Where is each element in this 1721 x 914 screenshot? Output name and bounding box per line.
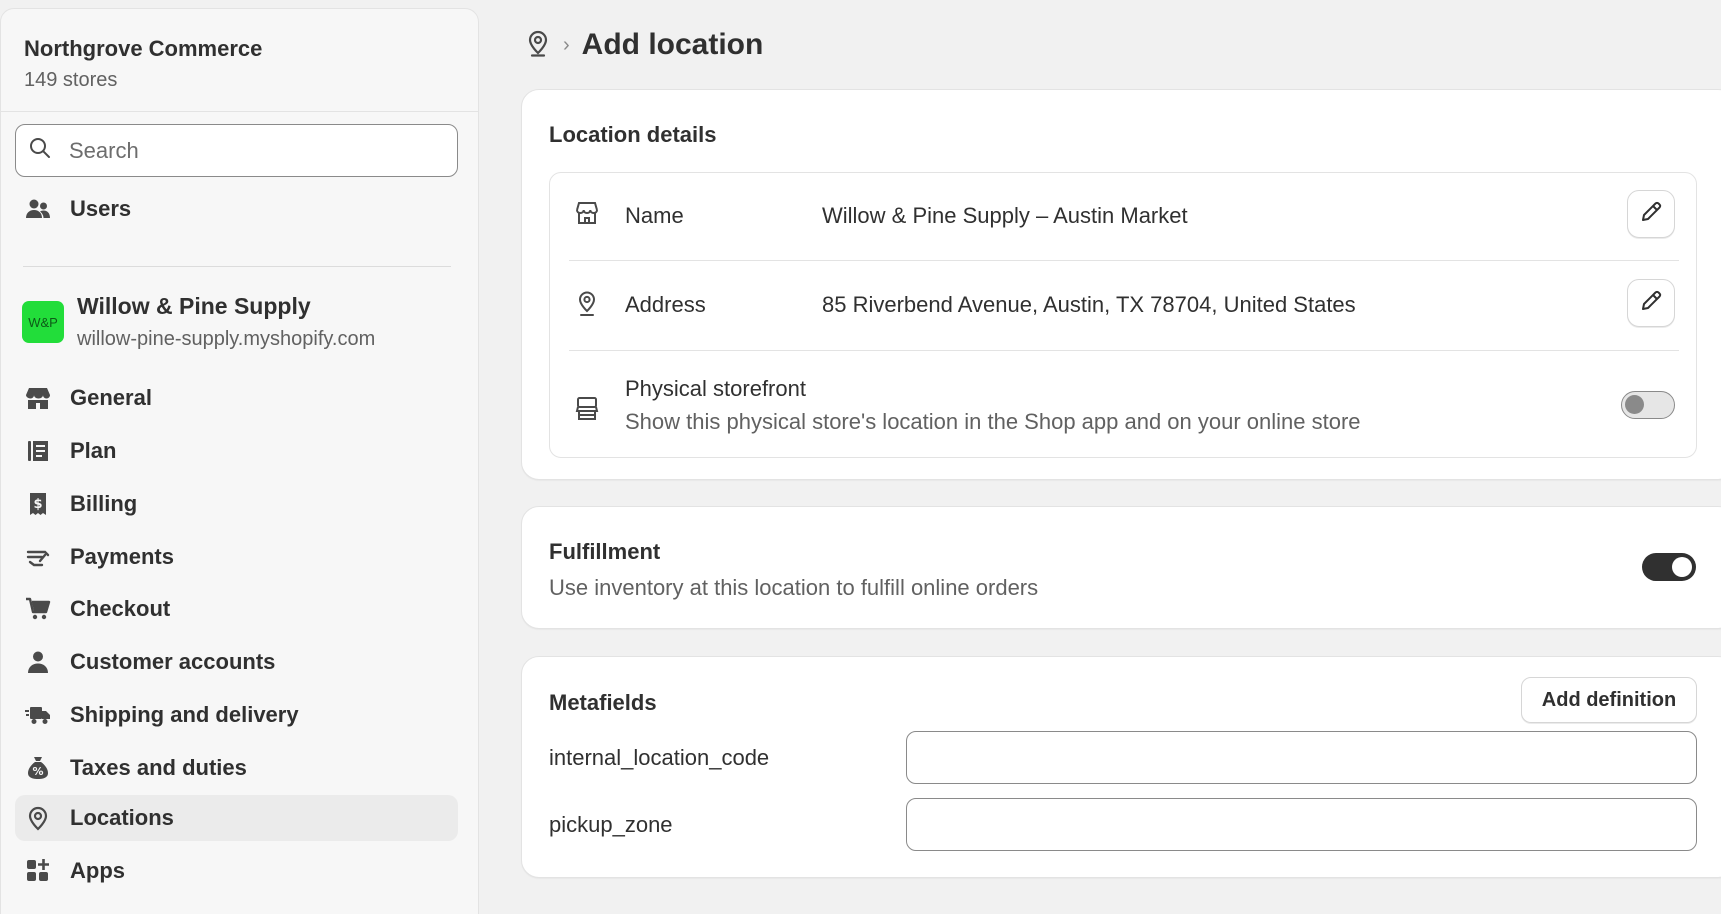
row-divider [569,350,1679,351]
apps-icon [24,857,52,885]
sidebar-item-general[interactable]: General [15,375,458,421]
name-value: Willow & Pine Supply – Austin Market [822,203,1188,228]
search-box[interactable] [15,124,458,177]
person-icon [24,648,52,676]
location-pin-icon[interactable] [526,29,550,62]
search-input[interactable] [69,137,429,164]
store-icon [24,384,52,412]
sidebar-item-payments[interactable]: Payments [15,534,458,580]
sidebar-item-billing[interactable]: $ Billing [15,481,458,527]
page-title: Add location [581,28,764,61]
storefront-icon [574,395,600,421]
store-avatar: W&P [22,301,64,343]
search-icon [28,136,52,165]
sidebar-item-label: Checkout [70,596,171,621]
fulfillment-toggle[interactable] [1642,553,1696,581]
pencil-icon [1640,201,1662,228]
organization-name: Northgrove Commerce [24,36,263,61]
store-icon [574,200,600,226]
sidebar-item-label: Apps [70,858,125,883]
address-label: Address [625,292,706,317]
sidebar-item-label: Shipping and delivery [70,702,299,727]
fulfillment-card: Fulfillment Use inventory at this locati… [521,506,1721,629]
sidebar-item-label: Locations [70,805,174,830]
fulfillment-description: Use inventory at this location to fulfil… [549,575,1039,600]
metafield-label: pickup_zone [549,812,673,837]
edit-name-button[interactable] [1627,190,1675,238]
truck-icon [24,701,52,729]
sidebar-divider [23,266,451,267]
users-icon [24,195,52,223]
sidebar-item-label: Billing [70,491,138,516]
pickup-zone-input[interactable] [906,798,1697,851]
card-title: Fulfillment [549,539,661,564]
sidebar-item-shipping[interactable]: Shipping and delivery [15,692,458,738]
store-url: willow-pine-supply.myshopify.com [77,328,376,350]
sidebar-item-label: Users [70,196,132,221]
sidebar-item-taxes[interactable]: % Taxes and duties [15,745,458,791]
storefront-toggle[interactable] [1621,391,1675,419]
svg-text:%: % [32,765,43,778]
billing-icon: $ [24,490,52,518]
sidebar-item-locations[interactable]: Locations [15,795,458,841]
store-switcher[interactable]: W&P Willow & Pine Supply willow-pine-sup… [22,293,375,351]
card-title: Metafields [549,690,657,715]
chevron-right-icon: › [563,33,570,56]
location-details-card: Location details Name Willow & Pine Supp… [521,89,1721,480]
money-bag-icon: % [24,754,52,782]
sidebar-item-label: Customer accounts [70,649,276,674]
organization-header[interactable]: Northgrove Commerce 149 stores [1,9,478,112]
store-count: 149 stores [24,69,118,91]
plan-icon [24,437,52,465]
address-value: 85 Riverbend Avenue, Austin, TX 78704, U… [822,292,1356,317]
svg-text:$: $ [33,497,42,512]
pencil-icon [1640,290,1662,317]
sidebar-item-users[interactable]: Users [15,186,458,232]
location-pin-icon [574,290,600,316]
row-divider [569,260,1679,261]
metafield-label: internal_location_code [549,745,770,770]
location-pin-icon [24,804,52,832]
location-details-list: Name Willow & Pine Supply – Austin Marke… [549,172,1697,458]
store-name: Willow & Pine Supply [77,293,311,319]
storefront-description: Show this physical store's location in t… [625,409,1361,434]
add-definition-button[interactable]: Add definition [1521,677,1697,723]
cart-icon [24,595,52,623]
toggle-knob [1672,557,1692,577]
sidebar-item-plan[interactable]: Plan [15,428,458,474]
metafields-card: Metafields Add definition internal_locat… [521,656,1721,878]
sidebar-item-checkout[interactable]: Checkout [15,586,458,632]
sidebar-item-label: Taxes and duties [70,755,247,780]
sidebar-item-label: Payments [70,544,174,569]
sidebar-item-customer-accounts[interactable]: Customer accounts [15,639,458,685]
sidebar-item-label: Plan [70,438,117,463]
edit-address-button[interactable] [1627,279,1675,327]
storefront-label: Physical storefront [625,376,806,401]
payments-icon [24,543,52,571]
internal-location-code-input[interactable] [906,731,1697,784]
card-title: Location details [549,122,717,147]
sidebar-item-label: General [70,385,152,410]
breadcrumb: › Add location [526,28,763,62]
name-label: Name [625,203,684,228]
toggle-knob [1625,395,1644,414]
sidebar-item-apps[interactable]: Apps [15,848,458,894]
